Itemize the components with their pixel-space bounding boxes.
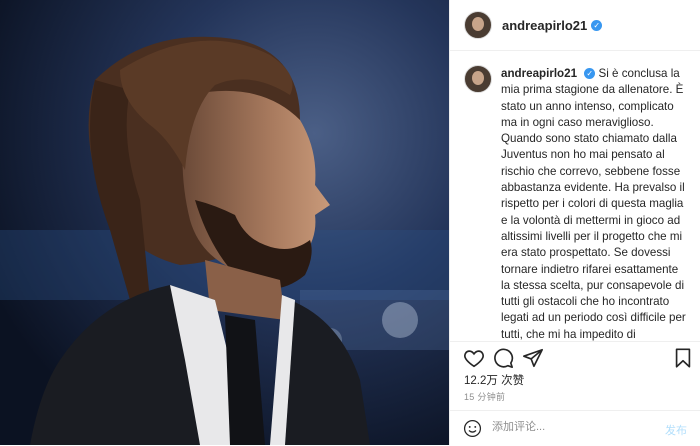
- emoji-icon[interactable]: [463, 419, 482, 438]
- portrait-illustration: [0, 0, 449, 445]
- verified-badge-icon: ✓: [591, 19, 603, 31]
- post-side-panel: andreapirlo21 ✓ andreapirlo21 ✓ Si è con…: [449, 0, 700, 445]
- comment-icon[interactable]: [492, 347, 514, 369]
- likes-label: 次赞: [501, 375, 525, 387]
- share-icon[interactable]: [522, 347, 544, 369]
- caption-avatar[interactable]: [464, 65, 492, 93]
- caption-verified-badge-icon: ✓: [584, 68, 596, 80]
- avatar[interactable]: [464, 11, 492, 39]
- post-timestamp[interactable]: 15 分钟前: [464, 390, 505, 403]
- caption-section: andreapirlo21 ✓ Si è conclusa la mia pri…: [450, 51, 700, 341]
- caption-text: andreapirlo21 ✓ Si è conclusa la mia pri…: [501, 66, 687, 341]
- comment-bar: 发布: [450, 410, 700, 446]
- comment-input[interactable]: [490, 420, 644, 434]
- caption-body: Si è conclusa la mia prima stagione da a…: [501, 67, 686, 341]
- action-bar: [450, 341, 700, 376]
- bookmark-icon[interactable]: [672, 347, 694, 369]
- caption-username[interactable]: andreapirlo21: [501, 67, 577, 80]
- header-username[interactable]: andreapirlo21: [502, 18, 587, 33]
- likes-number: 12.2万: [464, 375, 498, 387]
- post-photo[interactable]: [0, 0, 449, 445]
- heart-icon[interactable]: [463, 347, 485, 369]
- post-header: andreapirlo21 ✓: [450, 0, 700, 51]
- post-comment-button[interactable]: 发布: [665, 422, 687, 438]
- likes-count[interactable]: 12.2万 次赞: [464, 372, 524, 388]
